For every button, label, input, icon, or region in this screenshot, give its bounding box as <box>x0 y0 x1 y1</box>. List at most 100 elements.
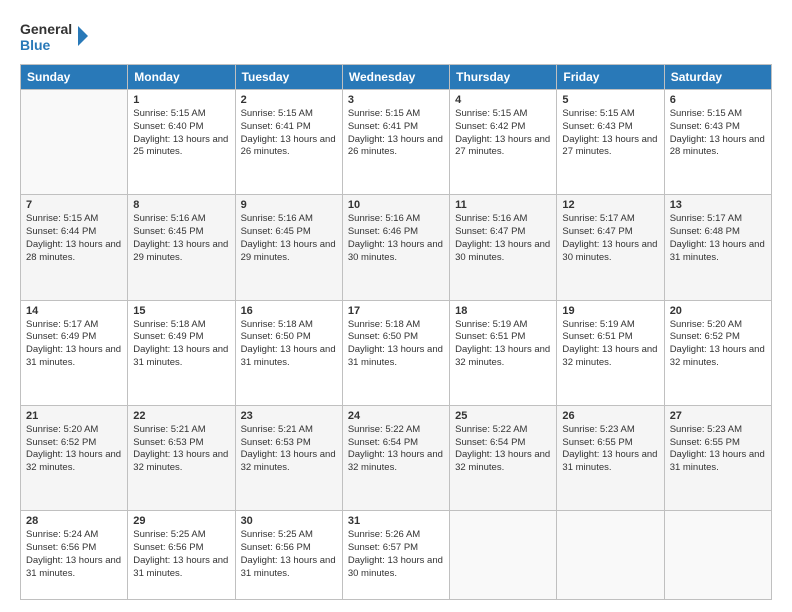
sunset-text: Sunset: 6:51 PM <box>562 331 658 344</box>
weekday-header-thursday: Thursday <box>450 65 557 90</box>
week-row-5: 28Sunrise: 5:24 AMSunset: 6:56 PMDayligh… <box>21 511 772 600</box>
day-number: 16 <box>241 305 337 317</box>
week-row-3: 14Sunrise: 5:17 AMSunset: 6:49 PMDayligh… <box>21 300 772 405</box>
calendar-cell: 24Sunrise: 5:22 AMSunset: 6:54 PMDayligh… <box>342 405 449 510</box>
calendar-table: SundayMondayTuesdayWednesdayThursdayFrid… <box>20 64 772 600</box>
day-number: 5 <box>562 94 658 106</box>
day-number: 9 <box>241 199 337 211</box>
calendar-cell: 23Sunrise: 5:21 AMSunset: 6:53 PMDayligh… <box>235 405 342 510</box>
sunrise-text: Sunrise: 5:15 AM <box>562 108 658 121</box>
calendar-cell: 29 Sunrise: 5:25 AMSunset: 6:56 PMDayligh… <box>128 511 235 600</box>
daylight-text: Daylight: 13 hours and 31 minutes. <box>670 449 766 475</box>
sunrise-text: Sunrise: 5:19 AM <box>562 319 658 332</box>
calendar-cell: 12Sunrise: 5:17 AMSunset: 6:47 PMDayligh… <box>557 195 664 300</box>
svg-text:Blue: Blue <box>20 37 51 53</box>
daylight-text: Daylight: 13 hours and 29 minutes. <box>133 239 229 265</box>
day-number: 15 <box>133 305 229 317</box>
sunset-text: Sunset: 6:44 PM <box>26 226 122 239</box>
calendar-cell: 27Sunrise: 5:23 AMSunset: 6:55 PMDayligh… <box>664 405 771 510</box>
sunrise-text: Sunrise: 5:25 AM <box>241 529 337 542</box>
sunrise-text: Sunrise: 5:18 AM <box>241 319 337 332</box>
day-number: 30 <box>241 515 337 527</box>
sunrise-text: Sunrise: 5:16 AM <box>241 213 337 226</box>
sunrise-text: Sunrise: 5:20 AM <box>670 319 766 332</box>
calendar-cell: 25Sunrise: 5:22 AMSunset: 6:54 PMDayligh… <box>450 405 557 510</box>
sunrise-text: Sunrise: 5:15 AM <box>670 108 766 121</box>
daylight-text: Daylight: 13 hours and 31 minutes. <box>348 344 444 370</box>
logo-svg: General Blue <box>20 16 90 56</box>
weekday-header-wednesday: Wednesday <box>342 65 449 90</box>
week-row-1: 1Sunrise: 5:15 AMSunset: 6:40 PMDaylight… <box>21 90 772 195</box>
daylight-text: Daylight: 13 hours and 31 minutes. <box>133 555 229 581</box>
weekday-header-tuesday: Tuesday <box>235 65 342 90</box>
sunset-text: Sunset: 6:57 PM <box>348 542 444 555</box>
weekday-header-friday: Friday <box>557 65 664 90</box>
sunset-text: Sunset: 6:54 PM <box>348 437 444 450</box>
sunrise-text: Sunrise: 5:17 AM <box>26 319 122 332</box>
calendar-cell: 4Sunrise: 5:15 AMSunset: 6:42 PMDaylight… <box>450 90 557 195</box>
sunset-text: Sunset: 6:47 PM <box>455 226 551 239</box>
daylight-text: Daylight: 13 hours and 32 minutes. <box>26 449 122 475</box>
weekday-header-sunday: Sunday <box>21 65 128 90</box>
calendar-cell: 31Sunrise: 5:26 AMSunset: 6:57 PMDayligh… <box>342 511 449 600</box>
sunrise-text: Sunrise: 5:23 AM <box>562 424 658 437</box>
sunset-text: Sunset: 6:50 PM <box>348 331 444 344</box>
week-row-2: 7Sunrise: 5:15 AMSunset: 6:44 PMDaylight… <box>21 195 772 300</box>
day-number: 22 <box>133 410 229 422</box>
day-number: 1 <box>133 94 229 106</box>
daylight-text: Daylight: 13 hours and 31 minutes. <box>670 239 766 265</box>
sunrise-text: Sunrise: 5:22 AM <box>348 424 444 437</box>
calendar-cell: 18Sunrise: 5:19 AMSunset: 6:51 PMDayligh… <box>450 300 557 405</box>
sunset-text: Sunset: 6:41 PM <box>241 121 337 134</box>
day-number: 20 <box>670 305 766 317</box>
day-number: 23 <box>241 410 337 422</box>
calendar-cell: 8Sunrise: 5:16 AMSunset: 6:45 PMDaylight… <box>128 195 235 300</box>
daylight-text: Daylight: 13 hours and 30 minutes. <box>348 555 444 581</box>
calendar-cell <box>450 511 557 600</box>
sunrise-text: Sunrise: 5:22 AM <box>455 424 551 437</box>
sunrise-text: Sunrise: 5:15 AM <box>455 108 551 121</box>
sunrise-text: Sunrise: 5:16 AM <box>348 213 444 226</box>
sunset-text: Sunset: 6:50 PM <box>241 331 337 344</box>
calendar-cell: 5 Sunrise: 5:15 AMSunset: 6:43 PMDaylight… <box>557 90 664 195</box>
sunset-text: Sunset: 6:48 PM <box>670 226 766 239</box>
daylight-text: Daylight: 13 hours and 27 minutes. <box>562 134 658 160</box>
day-number: 24 <box>348 410 444 422</box>
sunset-text: Sunset: 6:56 PM <box>133 542 229 555</box>
sunrise-text: Sunrise: 5:21 AM <box>133 424 229 437</box>
sunrise-text: Sunrise: 5:20 AM <box>26 424 122 437</box>
sunset-text: Sunset: 6:43 PM <box>562 121 658 134</box>
day-number: 17 <box>348 305 444 317</box>
day-number: 19 <box>562 305 658 317</box>
sunset-text: Sunset: 6:55 PM <box>562 437 658 450</box>
sunrise-text: Sunrise: 5:21 AM <box>241 424 337 437</box>
day-number: 8 <box>133 199 229 211</box>
sunset-text: Sunset: 6:40 PM <box>133 121 229 134</box>
daylight-text: Daylight: 13 hours and 31 minutes. <box>241 555 337 581</box>
calendar-cell: 22Sunrise: 5:21 AMSunset: 6:53 PMDayligh… <box>128 405 235 510</box>
weekday-header-monday: Monday <box>128 65 235 90</box>
daylight-text: Daylight: 13 hours and 32 minutes. <box>562 344 658 370</box>
calendar-cell: 16 Sunrise: 5:18 AMSunset: 6:50 PMDayligh… <box>235 300 342 405</box>
sunrise-text: Sunrise: 5:16 AM <box>133 213 229 226</box>
sunrise-text: Sunrise: 5:23 AM <box>670 424 766 437</box>
calendar-cell: 20Sunrise: 5:20 AMSunset: 6:52 PMDayligh… <box>664 300 771 405</box>
svg-text:General: General <box>20 21 72 37</box>
daylight-text: Daylight: 13 hours and 31 minutes. <box>26 555 122 581</box>
calendar-cell: 11Sunrise: 5:16 AMSunset: 6:47 PMDayligh… <box>450 195 557 300</box>
sunrise-text: Sunrise: 5:15 AM <box>26 213 122 226</box>
day-number: 18 <box>455 305 551 317</box>
daylight-text: Daylight: 13 hours and 30 minutes. <box>455 239 551 265</box>
sunset-text: Sunset: 6:45 PM <box>241 226 337 239</box>
daylight-text: Daylight: 13 hours and 28 minutes. <box>26 239 122 265</box>
page: General Blue SundayMondayTuesdayWednesda… <box>0 0 792 612</box>
calendar-cell: 28Sunrise: 5:24 AMSunset: 6:56 PMDayligh… <box>21 511 128 600</box>
sunset-text: Sunset: 6:54 PM <box>455 437 551 450</box>
day-number: 4 <box>455 94 551 106</box>
sunset-text: Sunset: 6:49 PM <box>133 331 229 344</box>
daylight-text: Daylight: 13 hours and 31 minutes. <box>241 344 337 370</box>
daylight-text: Daylight: 13 hours and 25 minutes. <box>133 134 229 160</box>
sunset-text: Sunset: 6:53 PM <box>133 437 229 450</box>
day-number: 29 <box>133 515 229 527</box>
sunrise-text: Sunrise: 5:25 AM <box>133 529 229 542</box>
